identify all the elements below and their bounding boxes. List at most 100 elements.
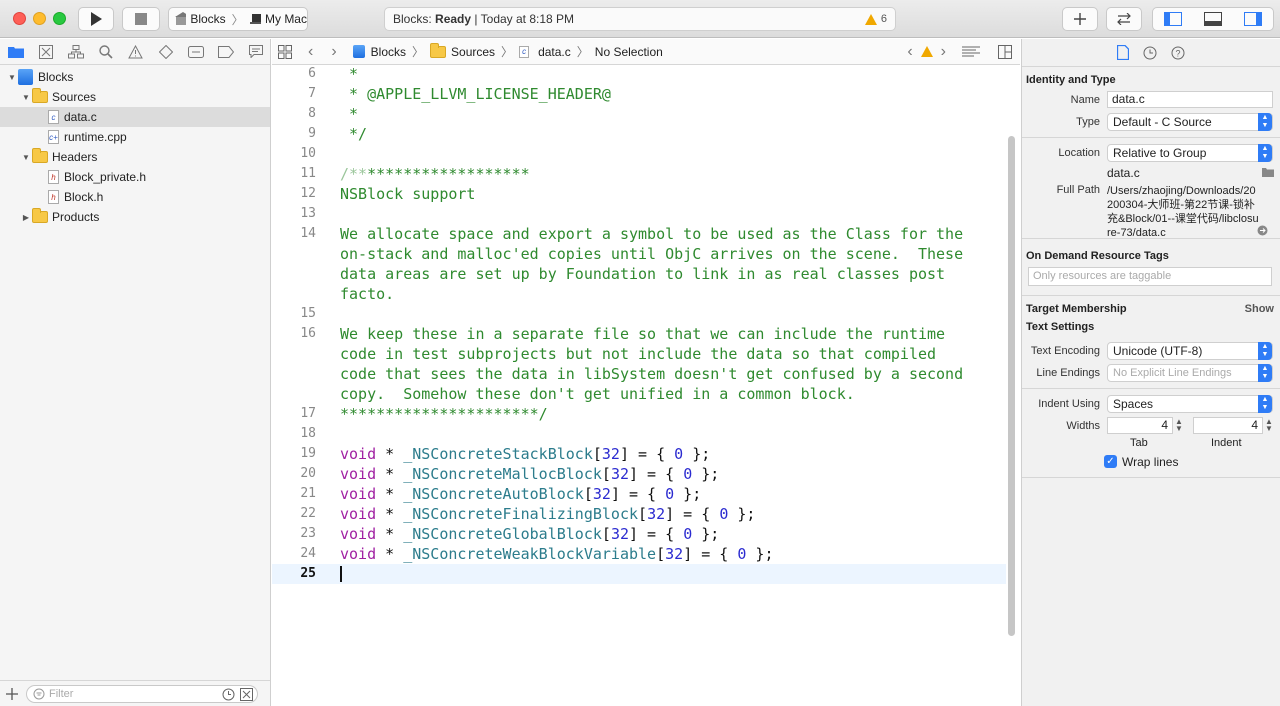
navigator-filter-input[interactable]: Filter: [26, 684, 258, 703]
tree-row-project[interactable]: ▼ Blocks: [0, 67, 270, 87]
breadcrumb-group[interactable]: Sources: [430, 42, 495, 59]
minimize-window-button[interactable]: [33, 12, 46, 25]
next-issue-icon[interactable]: ›: [941, 43, 946, 61]
run-button[interactable]: [78, 7, 114, 31]
code-line[interactable]: 13: [272, 204, 1006, 224]
indent-using-popup[interactable]: Spaces ▲ ▼: [1107, 395, 1273, 413]
disclosure-open-icon[interactable]: ▼: [20, 91, 32, 103]
symbol-navigator-tab[interactable]: [66, 43, 85, 61]
help-icon[interactable]: ?: [1171, 46, 1185, 60]
add-editor-icon[interactable]: [998, 44, 1012, 59]
code-line[interactable]: on-stack and malloc'ed copies until ObjC…: [272, 244, 1006, 264]
tree-row-block-h[interactable]: h Block.h: [0, 187, 270, 207]
tab-width-stepper[interactable]: ▲ ▼: [1175, 418, 1183, 433]
editor-scrollbar[interactable]: [1008, 136, 1015, 636]
toggle-debug-area-icon[interactable]: [1204, 12, 1222, 26]
tree-row-sources[interactable]: ▼ Sources: [0, 87, 270, 107]
reveal-in-finder-icon[interactable]: [1257, 225, 1268, 236]
code-line[interactable]: 18: [272, 424, 1006, 444]
test-navigator-tab[interactable]: [156, 43, 175, 61]
membership-show-button[interactable]: Show: [1245, 303, 1274, 315]
tree-row-headers[interactable]: ▼ Headers: [0, 147, 270, 167]
code-line[interactable]: 9 */: [272, 124, 1006, 144]
choose-folder-icon[interactable]: [1262, 167, 1274, 177]
history-icon[interactable]: [1143, 46, 1157, 60]
code-line[interactable]: 23 void * _NSConcreteGlobalBlock[32] = { …: [272, 524, 1006, 544]
tree-row-block-private-h[interactable]: h Block_private.h: [0, 167, 270, 187]
tree-row-runtime-cpp[interactable]: c+ runtime.cpp: [0, 127, 270, 147]
code-line[interactable]: 25: [272, 564, 1006, 584]
breadcrumb-file[interactable]: c data.c: [519, 45, 571, 59]
indent-width-stepper[interactable]: ▲ ▼: [1265, 418, 1273, 433]
encoding-popup[interactable]: Unicode (UTF-8) ▲ ▼: [1107, 342, 1273, 360]
code-line[interactable]: 7 * @APPLE_LLVM_LICENSE_HEADER@: [272, 84, 1006, 104]
stop-button[interactable]: [122, 7, 160, 31]
folder-icon: [7, 47, 24, 58]
indent-width-field[interactable]: 4: [1193, 417, 1263, 434]
project-navigator-tab[interactable]: [6, 43, 25, 61]
close-window-button[interactable]: [13, 12, 26, 25]
code-line[interactable]: 15: [272, 304, 1006, 324]
add-file-icon[interactable]: [6, 687, 18, 700]
code-line[interactable]: 12 NSBlock support: [272, 184, 1006, 204]
tree-row-data-c[interactable]: c data.c: [0, 107, 270, 127]
type-popup[interactable]: Default - C Source ▲ ▼: [1107, 113, 1273, 131]
code-line[interactable]: 10: [272, 144, 1006, 164]
hierarchy-icon: [67, 44, 84, 58]
code-line[interactable]: facto.: [272, 284, 1006, 304]
code-line[interactable]: 19 void * _NSConcreteStackBlock[32] = { 0…: [272, 444, 1006, 464]
go-forward-icon[interactable]: ›: [331, 43, 336, 61]
issue-warning-icon[interactable]: [920, 46, 933, 57]
scm-filter-icon[interactable]: [240, 687, 253, 701]
breadcrumb-project[interactable]: Blocks: [352, 45, 406, 59]
code-review-button[interactable]: [1106, 7, 1142, 31]
source-control-navigator-tab[interactable]: [36, 43, 55, 61]
code-line[interactable]: 11 /********************: [272, 164, 1006, 184]
code-line[interactable]: 17 **********************/: [272, 404, 1006, 424]
previous-issue-icon[interactable]: ‹: [907, 43, 912, 61]
scheme-selector[interactable]: Blocks 〉 My Mac: [168, 7, 308, 31]
file-inspector-icon[interactable]: [1117, 45, 1129, 60]
breakpoint-navigator-tab[interactable]: [216, 43, 235, 61]
source-editor[interactable]: 6 * 7 * @APPLE_LLVM_LICENSE_HEADER@ 8 * 9 *…: [272, 66, 1020, 706]
disclosure-closed-icon[interactable]: ▶: [20, 211, 32, 223]
report-navigator-tab[interactable]: [246, 43, 265, 61]
wrap-lines-checkbox[interactable]: ✓: [1104, 455, 1117, 468]
code-line[interactable]: code that sees the data in libSystem doe…: [272, 364, 1006, 384]
code-line[interactable]: 24 void * _NSConcreteWeakBlockVariable[32…: [272, 544, 1006, 564]
library-button[interactable]: [1062, 7, 1098, 31]
debug-navigator-tab[interactable]: [186, 43, 205, 61]
code-token: [: [638, 505, 648, 523]
line-endings-popup[interactable]: No Explicit Line Endings ▲ ▼: [1107, 364, 1273, 382]
name-field[interactable]: data.c: [1107, 91, 1273, 108]
code-line[interactable]: 6 *: [272, 66, 1006, 84]
code-line[interactable]: 16 We keep these in a separate file so th…: [272, 324, 1006, 344]
issue-navigator-tab[interactable]: [126, 43, 145, 61]
zoom-window-button[interactable]: [53, 12, 66, 25]
breadcrumb-symbol[interactable]: No Selection: [595, 45, 663, 59]
location-popup[interactable]: Relative to Group ▲ ▼: [1107, 144, 1273, 162]
recent-files-icon[interactable]: [222, 688, 235, 701]
code-line[interactable]: 20 void * _NSConcreteMallocBlock[32] = { …: [272, 464, 1006, 484]
tab-width-field[interactable]: 4: [1107, 417, 1173, 434]
code-line[interactable]: 8 *: [272, 104, 1006, 124]
find-navigator-tab[interactable]: [96, 43, 115, 61]
disclosure-open-icon[interactable]: ▼: [20, 151, 32, 163]
code-line[interactable]: copy. Somehow these don't get unified in…: [272, 384, 1006, 404]
toggle-navigator-icon[interactable]: [1164, 12, 1182, 26]
code-token: 0: [674, 445, 684, 463]
tree-row-products[interactable]: ▶ Products: [0, 207, 270, 227]
disclosure-open-icon[interactable]: ▼: [6, 71, 18, 83]
code-line[interactable]: code in test subprojects but not include…: [272, 344, 1006, 364]
warnings-indicator[interactable]: 6: [864, 13, 887, 25]
go-back-icon[interactable]: ‹: [308, 43, 313, 61]
editor-options-icon[interactable]: [962, 46, 980, 58]
code-line[interactable]: 22 void * _NSConcreteFinalizingBlock[32] …: [272, 504, 1006, 524]
code-line[interactable]: 21 void * _NSConcreteAutoBlock[32] = { 0 …: [272, 484, 1006, 504]
toggle-inspector-icon[interactable]: [1244, 12, 1262, 26]
odr-tags-field[interactable]: Only resources are taggable: [1028, 267, 1272, 286]
related-items-icon[interactable]: [278, 44, 292, 59]
code-token: void: [340, 505, 377, 523]
code-line[interactable]: 14 We allocate space and export a symbol …: [272, 224, 1006, 244]
code-line[interactable]: data areas are set up by Foundation to l…: [272, 264, 1006, 284]
